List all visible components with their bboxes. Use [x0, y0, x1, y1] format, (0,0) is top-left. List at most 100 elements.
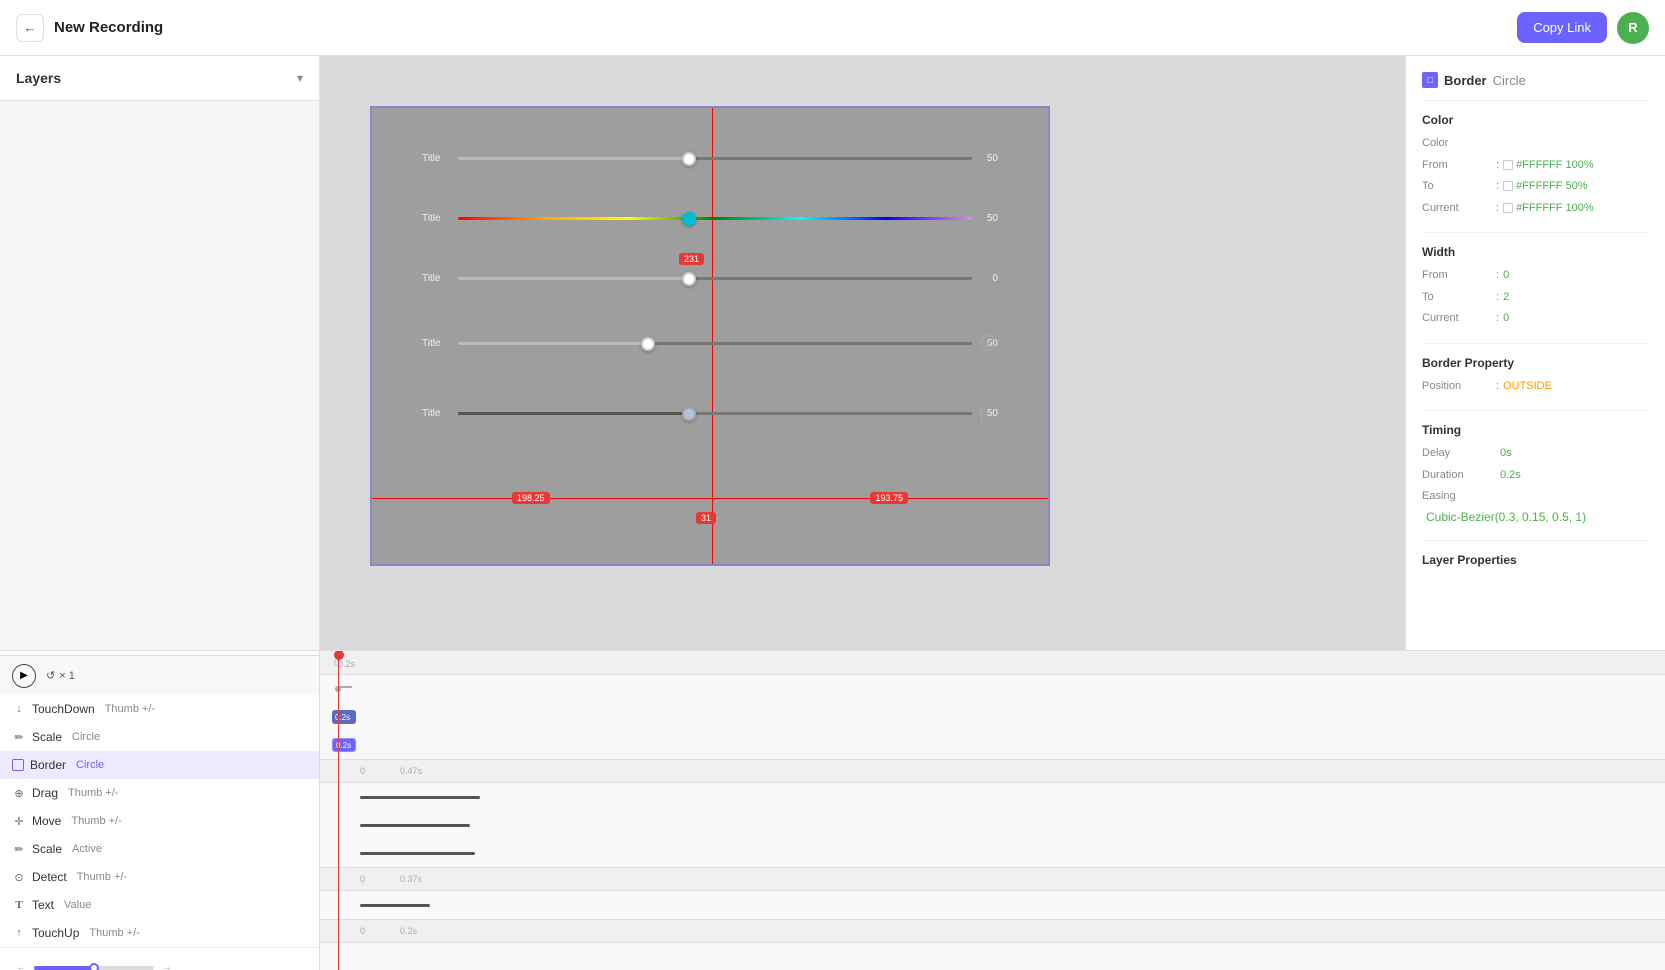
to-value: #FFFFFF 50% [1516, 178, 1588, 195]
current-row: Current : #FFFFFF 100% [1422, 200, 1649, 217]
timeline-row-scale-circle: 0.2s [320, 703, 1665, 731]
loop-label: × 1 [59, 670, 75, 682]
from-key: From [1422, 157, 1492, 174]
easing-key: Easing [1422, 488, 1492, 505]
layer-item-text[interactable]: T Text Value [0, 891, 319, 919]
duration-row: Duration 0.2s [1422, 467, 1649, 484]
progress-slider[interactable] [34, 966, 154, 970]
gear-icon[interactable]: ⚙ [980, 335, 996, 351]
position-value: OUTSIDE [1503, 378, 1552, 395]
panel-section-title: □ Border Circle [1422, 72, 1649, 88]
slider-thumb-3[interactable] [682, 272, 696, 286]
timeline-row-touchdown [320, 675, 1665, 703]
progress-thumb[interactable] [89, 963, 99, 970]
to-row: To : #FFFFFF 50% [1422, 178, 1649, 195]
slider-thumb-1[interactable] [682, 152, 696, 166]
timeline-layers-panel: ▶ ↺ × 1 ↓ TouchDown Thumb +/- ✏ Scale Ci… [0, 651, 320, 970]
border-prop-header: Border Property [1422, 356, 1649, 370]
move-icon: ✛ [12, 814, 26, 828]
slider-track-3[interactable]: 231 [458, 277, 972, 280]
drag-icon: ⊕ [12, 786, 26, 800]
timing-header: Timing [1422, 423, 1649, 437]
layers-dropdown-icon[interactable]: ▾ [297, 71, 303, 85]
slider-thumb-2[interactable] [682, 212, 696, 226]
slider-min: ← [16, 962, 26, 970]
layer-item-detect[interactable]: ⊙ Detect Thumb +/- [0, 863, 319, 891]
slider-row-5: Title 50 [422, 408, 998, 419]
detect-ruler: 0 0.37s [320, 867, 1665, 891]
divider-3 [1422, 343, 1649, 344]
slider-max: → [162, 962, 172, 970]
divider-5 [1422, 540, 1649, 541]
current-value: #FFFFFF 100% [1516, 200, 1594, 217]
slider-thumb-5[interactable] [682, 407, 696, 421]
main-layout: Layers ▾ Title 50 [0, 56, 1665, 970]
connector-touchdown [338, 686, 352, 688]
slider-track-5[interactable] [458, 412, 972, 415]
upper-section: Layers ▾ Title 50 [0, 56, 1665, 650]
slider-label-3: Title [422, 273, 452, 284]
timeline-row-text [320, 891, 1665, 919]
seg-scale-1 [360, 852, 475, 855]
layer-props-header: Layer Properties [1422, 553, 1649, 567]
from-value: #FFFFFF 100% [1516, 157, 1594, 174]
border-circle-icon [12, 759, 24, 771]
right-panel: □ Border Circle Color Color From : #FFFF… [1405, 56, 1665, 650]
scale-active-name: Scale [32, 842, 62, 856]
page-title: New Recording [54, 19, 163, 36]
layer-item-move[interactable]: ✛ Move Thumb +/- [0, 807, 319, 835]
slider-track-1[interactable] [458, 157, 972, 160]
touchup-ruler-0: 0 [360, 926, 365, 936]
layer-item-border-circle[interactable]: Border Circle [0, 751, 319, 779]
width-current-row: Current : 0 [1422, 310, 1649, 327]
block-border-circle: 0.2s [332, 738, 356, 752]
scale-active-sub: Active [72, 843, 102, 855]
color-section-header: Color [1422, 113, 1649, 127]
width-section: Width From : 0 To : 2 Current : 0 [1422, 245, 1649, 327]
loop-control[interactable]: ↺ × 1 [46, 669, 75, 682]
playhead-line [338, 651, 339, 970]
slider-row-1: Title 50 [422, 153, 998, 164]
current-key: Current [1422, 200, 1492, 217]
layer-item-drag[interactable]: ⊕ Drag Thumb +/- [0, 779, 319, 807]
divider-4 [1422, 410, 1649, 411]
text-name: Text [32, 898, 54, 912]
layer-item-touchup[interactable]: ↑ TouchUp Thumb +/- [0, 919, 319, 947]
layer-item-scale-circle[interactable]: ✏ Scale Circle [0, 723, 319, 751]
drag-ruler-0: 0 [360, 766, 365, 776]
slider-track-4[interactable]: ⚙ [458, 342, 972, 345]
bottom-slider-row: ← → [0, 947, 319, 970]
back-icon: ← [23, 20, 36, 35]
width-to-row: To : 2 [1422, 289, 1649, 306]
duration-value: 0.2s [1500, 467, 1521, 484]
slider-track-2[interactable] [458, 217, 972, 220]
block-scale-circle: 0.2s [332, 710, 356, 724]
border-prop-section: Border Property Position : OUTSIDE [1422, 356, 1649, 395]
slider-thumb-4[interactable] [641, 337, 655, 351]
slider-fill-1 [458, 157, 689, 160]
layer-item-scale-active[interactable]: ✏ Scale Active [0, 835, 319, 863]
slider-row-4: Title ⚙ 50 [422, 338, 998, 349]
color-subsection-label: Color [1422, 135, 1649, 152]
progress-fill [34, 966, 94, 970]
position-key: Position [1422, 378, 1492, 395]
color-label: Color [1422, 135, 1492, 152]
delay-key: Delay [1422, 445, 1492, 462]
move-sub: Thumb +/- [71, 815, 121, 827]
slider-fill-3 [458, 277, 689, 280]
canvas-crosshair [372, 108, 1048, 564]
timeline-ruler: 0 0.2s [320, 651, 1665, 675]
layer-item-touchdown[interactable]: ↓ TouchDown Thumb +/- [0, 695, 319, 723]
slider-value-2: 50 [978, 213, 998, 224]
width-section-header: Width [1422, 245, 1649, 259]
play-button[interactable]: ▶ [12, 664, 36, 688]
back-button[interactable]: ← [16, 14, 44, 42]
delay-row: Delay 0s [1422, 445, 1649, 462]
scale-circle-name: Scale [32, 730, 62, 744]
copy-link-button[interactable]: Copy Link [1517, 12, 1607, 43]
move-name: Move [32, 814, 61, 828]
drag-name: Drag [32, 786, 58, 800]
touchdown-sub: Thumb +/- [105, 703, 155, 715]
layer-props-section: Layer Properties [1422, 553, 1649, 567]
delay-value: 0s [1500, 445, 1512, 462]
